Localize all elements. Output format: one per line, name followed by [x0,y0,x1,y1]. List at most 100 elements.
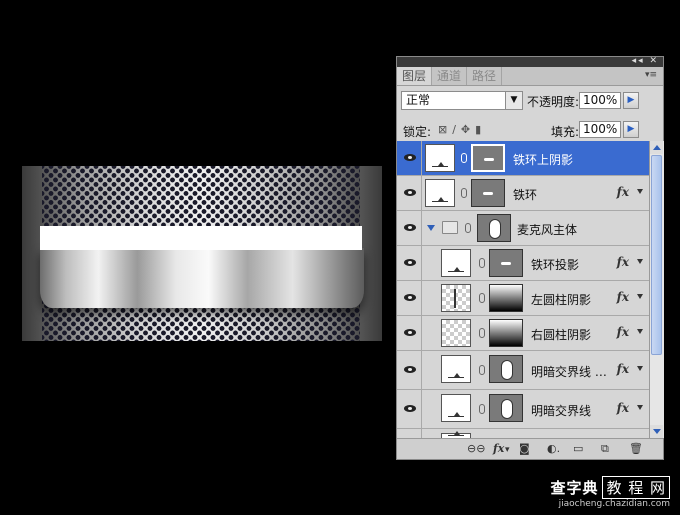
watermark-box: 教 程 网 [602,476,670,499]
link-icon[interactable] [465,223,471,233]
layer-thumbnail [441,319,471,347]
layer-mask-thumbnail[interactable] [471,179,505,207]
metal-ring [40,248,364,308]
layer-name: 左圆柱阴影 [531,293,592,307]
add-layer-style-icon[interactable]: fx [493,442,504,455]
link-icon[interactable] [461,153,467,163]
tab-paths[interactable]: 路径 [467,67,503,85]
layer-row[interactable]: 明暗交界线 fx [397,390,649,429]
panel-menu-icon[interactable]: ▾≡ [645,70,657,80]
layer-mask-thumbnail[interactable] [489,284,523,312]
chevron-down-icon[interactable]: ▾ [505,445,510,455]
add-mask-icon[interactable]: ◙ [519,442,530,455]
opacity-slider-button[interactable]: ▶ [623,92,639,109]
layer-list: 铁环上阴影 铁环 fx 麦克风主体 铁环投影 fx 左圆柱阴影 fx 右圆柱阴影… [397,141,649,438]
fill-slider-button[interactable]: ▶ [623,121,639,138]
watermark-url: jiaocheng.chazidian.com [558,499,670,509]
watermark-line1: 查字典 [550,479,599,497]
expand-group-icon[interactable] [427,225,435,231]
layer-mask-thumbnail[interactable] [477,214,511,242]
fill-input[interactable]: 100% [579,121,621,138]
expand-effects-icon[interactable] [637,189,643,194]
layer-name: 明暗交界线 [531,404,592,418]
layer-thumbnail [441,355,471,383]
eye-icon[interactable] [403,186,417,200]
layer-name: 铁环投影 [531,258,580,272]
layer-mask-thumbnail[interactable] [489,394,523,422]
fill-label: 填充: [551,125,580,139]
layer-row[interactable]: 右圆柱阴影 fx [397,316,649,351]
new-layer-icon[interactable]: ⧉ [601,442,609,456]
fx-icon[interactable]: fx [617,290,629,304]
layer-mask-thumbnail[interactable] [471,144,505,172]
fx-icon[interactable]: fx [617,185,629,199]
layer-name: 铁环 [513,188,538,202]
link-icon[interactable] [479,258,485,268]
opacity-label: 不透明度: [527,95,580,109]
eye-icon[interactable] [403,221,417,235]
opacity-input[interactable]: 100% [579,92,621,109]
layer-thumbnail [441,249,471,277]
tab-layers[interactable]: 图层 [397,67,433,85]
layer-row[interactable]: 左圆柱阴影 fx [397,281,649,316]
link-icon[interactable] [479,328,485,338]
layer-row[interactable]: 明暗交界线 … fx [397,351,649,390]
layers-panel: ◂◂ ✕ 图层 通道 路径 ▾≡ 正常 ▼ 不透明度: 100% ▶ 锁定: ⊠… [396,56,664,460]
layer-name: 明暗交界线 … [531,365,607,379]
visibility-divider [421,246,422,280]
tab-channels[interactable]: 通道 [432,67,468,85]
link-icon[interactable] [479,293,485,303]
fx-icon[interactable]: fx [617,401,629,415]
expand-effects-icon[interactable] [637,294,643,299]
scroll-down-icon[interactable] [650,425,663,438]
link-layers-icon[interactable]: ⊖⊖ [467,442,485,455]
eye-icon[interactable] [403,326,417,340]
layer-row[interactable]: 铁环投影 fx [397,246,649,281]
link-icon[interactable] [479,365,485,375]
layer-mask-thumbnail[interactable] [489,249,523,277]
eye-icon[interactable] [403,291,417,305]
fx-icon[interactable]: fx [617,325,629,339]
watermark-title: 查字典教 程 网 [550,476,670,499]
layer-row[interactable]: 铁环 fx [397,176,649,211]
trash-icon[interactable]: 🗑 [629,442,643,455]
expand-effects-icon[interactable] [637,366,643,371]
adjustment-layer-icon[interactable]: ◐. [547,442,560,455]
layer-name: 铁环上阴影 [513,153,574,167]
expand-effects-icon[interactable] [637,405,643,410]
eye-icon[interactable] [403,363,417,377]
layer-row[interactable]: 铁环上阴影 [397,141,649,176]
lock-label: 锁定: [403,125,432,139]
new-group-icon[interactable]: ▭ [573,442,583,455]
eye-icon[interactable] [403,151,417,165]
layer-thumbnail [441,284,471,312]
scroll-up-icon[interactable] [650,141,663,154]
ring-top-highlight [40,226,362,250]
expand-effects-icon[interactable] [637,259,643,264]
layer-list-scrollbar[interactable] [649,141,664,438]
layer-mask-thumbnail[interactable] [489,355,523,383]
layer-thumbnail [425,179,455,207]
visibility-divider [421,281,422,315]
layer-thumbnail [425,144,455,172]
eye-icon[interactable] [403,402,417,416]
panel-collapse-close-icons[interactable]: ◂◂ ✕ [632,56,659,66]
panel-tabs: 图层 通道 路径 ▾≡ [397,67,663,86]
layer-name: 右圆柱阴影 [531,328,592,342]
document-canvas[interactable] [22,166,382,341]
chevron-down-icon[interactable]: ▼ [505,92,522,109]
fx-icon[interactable]: fx [617,255,629,269]
expand-effects-icon[interactable] [637,329,643,334]
link-icon[interactable] [479,404,485,414]
scrollbar-thumb[interactable] [651,155,662,355]
layer-mask-thumbnail[interactable] [489,319,523,347]
eye-icon[interactable] [403,256,417,270]
lock-options-icons[interactable]: ⊠∕✥▮ [438,123,486,136]
link-icon[interactable] [461,188,467,198]
layer-row-partial[interactable] [397,429,649,438]
fx-icon[interactable]: fx [617,362,629,376]
blend-mode-select[interactable]: 正常 ▼ [401,91,523,110]
folder-icon [442,221,458,234]
visibility-divider [421,390,422,428]
layer-group-row[interactable]: 麦克风主体 [397,211,649,246]
